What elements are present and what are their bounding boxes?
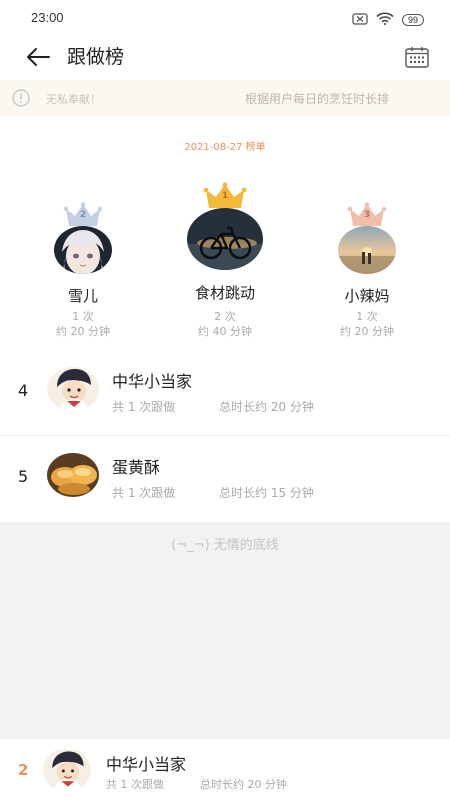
my-duration: 总时长约 20 分钟 bbox=[200, 778, 287, 791]
avatar-sunset bbox=[338, 226, 396, 274]
ranking-row-4[interactable]: 4 中华小当家 共 1 次跟做 总时长约 20 分钟 bbox=[0, 350, 450, 436]
calendar-icon bbox=[405, 47, 429, 68]
page-title: 跟做榜 bbox=[67, 46, 125, 68]
row-duration: 总时长约 20 分钟 bbox=[219, 400, 314, 414]
avatar-snow bbox=[54, 226, 112, 274]
notice-text-right: 根据用户每日的烹饪时长排 bbox=[245, 92, 390, 106]
podium-slot-1[interactable]: 1 食材跳动 2 次 约 40 分钟 bbox=[160, 116, 290, 352]
podium-slot-3[interactable]: 3 小辣妈 1 次 约 20 分钟 bbox=[302, 116, 432, 352]
podium-name-1: 食材跳动 bbox=[194, 284, 255, 302]
podium-rank-2: 2 bbox=[79, 210, 87, 220]
row-duration: 总时长约 15 分钟 bbox=[219, 486, 314, 500]
calendar-button[interactable] bbox=[402, 42, 432, 72]
back-button[interactable] bbox=[22, 41, 54, 73]
status-icons: 99 bbox=[352, 10, 424, 29]
my-name: 中华小当家 bbox=[106, 755, 187, 774]
podium-duration-1: 约 40 分钟 bbox=[198, 325, 252, 338]
back-arrow-icon bbox=[27, 48, 50, 66]
list-end-text: (¬_¬) 无情的底线 bbox=[171, 538, 279, 553]
podium-duration-2: 约 20 分钟 bbox=[56, 325, 110, 338]
nav-bar: 跟做榜 bbox=[0, 34, 450, 80]
podium-name-2: 雪儿 bbox=[67, 287, 98, 305]
row-name: 中华小当家 bbox=[112, 372, 193, 391]
podium-name-3: 小辣妈 bbox=[344, 287, 390, 305]
avatar-chef-boy bbox=[43, 748, 91, 792]
podium-rank-3: 3 bbox=[363, 210, 371, 220]
no-sim-icon bbox=[352, 10, 368, 29]
podium-section: 2021-08-27 榜单 2 雪儿 1 次 约 20 分钟 1 食材跳动 2 … bbox=[0, 116, 450, 352]
avatar-egg-pastry bbox=[47, 453, 99, 497]
row-count: 共 1 次跟做 bbox=[112, 486, 176, 500]
status-bar: 23:00 99 bbox=[0, 0, 450, 34]
podium-slot-2[interactable]: 2 雪儿 1 次 约 20 分钟 bbox=[18, 116, 148, 352]
podium-rank-1: 1 bbox=[221, 191, 229, 201]
notice-bar: 无私奉献！ 根据用户每日的烹饪时长排 bbox=[0, 80, 450, 116]
podium-duration-3: 约 20 分钟 bbox=[340, 325, 394, 338]
my-ranking-row[interactable]: 2 中华小当家 共 1 次跟做 总时长约 20 分钟 bbox=[0, 738, 450, 800]
info-icon bbox=[12, 89, 30, 111]
podium-count-3: 1 次 bbox=[356, 310, 378, 323]
row-count: 共 1 次跟做 bbox=[112, 400, 176, 414]
my-count: 共 1 次跟做 bbox=[106, 778, 164, 791]
wifi-icon bbox=[376, 10, 394, 29]
my-rank: 2 bbox=[18, 761, 29, 779]
podium-count-1: 2 次 bbox=[214, 310, 236, 323]
row-rank: 4 bbox=[18, 381, 29, 400]
row-name: 蛋黄酥 bbox=[112, 458, 161, 477]
status-time: 23:00 bbox=[31, 10, 64, 25]
notice-text-left: 无私奉献！ bbox=[46, 93, 101, 106]
avatar-chef-boy bbox=[47, 367, 99, 411]
ranking-row-5[interactable]: 5 蛋黄酥 共 1 次跟做 总时长约 15 分钟 bbox=[0, 436, 450, 522]
podium-count-2: 1 次 bbox=[72, 310, 94, 323]
battery-icon: 99 bbox=[401, 13, 424, 26]
avatar-bike bbox=[187, 208, 263, 270]
row-rank: 5 bbox=[18, 467, 29, 486]
